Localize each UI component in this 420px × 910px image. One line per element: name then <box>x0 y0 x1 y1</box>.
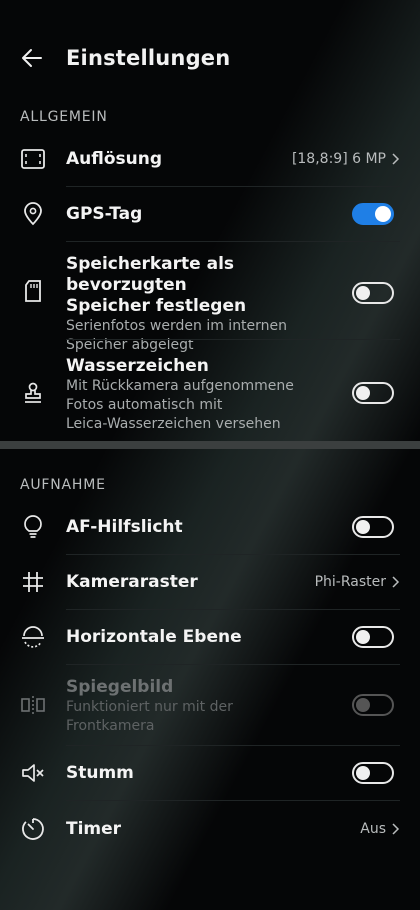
sdcard-label-line2: Speicher festlegen <box>66 296 247 316</box>
toggle-knob <box>356 520 370 534</box>
mute-speaker-icon <box>20 760 46 786</box>
settings-item-mirror: Spiegelbild Funktioniert nur mit der Fro… <box>0 665 420 745</box>
mute-toggle[interactable] <box>352 762 394 784</box>
grid-label: Kameraraster <box>66 571 198 592</box>
watermark-sub-line2: Fotos automatisch mit <box>66 397 223 413</box>
settings-item-af-light[interactable]: AF-Hilfslicht <box>0 500 420 554</box>
chevron-right-icon <box>392 576 400 588</box>
settings-item-mute[interactable]: Stumm <box>0 746 420 800</box>
mirror-label: Spiegelbild <box>66 677 174 697</box>
mirror-sub-line2: Frontkamera <box>66 718 155 734</box>
chevron-right-icon <box>392 153 400 165</box>
af-light-label: AF-Hilfslicht <box>66 516 183 537</box>
grid-value: Phi-Raster <box>315 574 400 590</box>
timer-value-text: Aus <box>360 821 386 837</box>
timer-icon <box>20 816 46 842</box>
stamp-icon <box>20 380 46 406</box>
toggle-knob <box>356 386 370 400</box>
settings-item-timer[interactable]: Timer Aus <box>0 801 420 857</box>
level-toggle[interactable] <box>352 626 394 648</box>
settings-item-resolution[interactable]: Auflösung [18,8:9] 6 MP <box>0 132 420 186</box>
section-title-capture: AUFNAHME <box>20 477 106 493</box>
section-separator <box>0 441 420 449</box>
settings-item-watermark[interactable]: Wasserzeichen Mit Rückkamera aufgenommen… <box>0 340 420 440</box>
settings-item-grid[interactable]: Kameraraster Phi-Raster <box>0 555 420 609</box>
resolution-value-text: [18,8:9] 6 MP <box>291 151 386 167</box>
watermark-sub-line1: Mit Rückkamera aufgenommene <box>66 378 294 394</box>
back-button[interactable] <box>18 44 46 72</box>
grid-value-text: Phi-Raster <box>314 574 386 590</box>
grid-hash-icon <box>20 569 46 595</box>
settings-item-sdcard[interactable]: Speicherkarte als bevorzugten Speicher f… <box>0 242 420 353</box>
toggle-knob <box>375 206 391 222</box>
sdcard-toggle[interactable] <box>352 282 394 304</box>
toggle-knob <box>356 286 370 300</box>
mirror-sub-line1: Funktioniert nur mit der <box>66 699 233 715</box>
timer-value: Aus <box>360 821 400 837</box>
watermark-toggle[interactable] <box>352 382 394 404</box>
chevron-right-icon <box>392 823 400 835</box>
watermark-label: Wasserzeichen <box>66 356 209 376</box>
gps-label: GPS-Tag <box>66 203 143 224</box>
section-title-general: ALLGEMEIN <box>20 109 108 125</box>
mirror-toggle <box>352 694 394 716</box>
resolution-icon <box>20 146 46 172</box>
toggle-knob <box>356 698 370 712</box>
af-light-toggle[interactable] <box>352 516 394 538</box>
resolution-value: [18,8:9] 6 MP <box>292 151 400 167</box>
back-arrow-icon <box>22 49 42 67</box>
toggle-knob <box>356 766 370 780</box>
settings-item-gps[interactable]: GPS-Tag <box>0 187 420 241</box>
location-pin-icon <box>20 201 46 227</box>
header-bar: Einstellungen <box>0 30 420 86</box>
horizon-level-icon <box>20 624 46 650</box>
sd-card-icon <box>20 278 46 304</box>
sdcard-sub-line1: Serienfotos werden im internen <box>66 318 288 334</box>
settings-item-level[interactable]: Horizontale Ebene <box>0 610 420 664</box>
timer-label: Timer <box>66 818 122 839</box>
gps-toggle[interactable] <box>352 203 394 225</box>
lightbulb-icon <box>20 514 46 540</box>
level-label: Horizontale Ebene <box>66 626 242 647</box>
mirror-icon <box>20 692 46 718</box>
toggle-knob <box>356 630 370 644</box>
page-title: Einstellungen <box>66 46 231 70</box>
sdcard-label-line1: Speicherkarte als bevorzugten <box>66 254 235 295</box>
watermark-sub-line3: Leica-Wasserzeichen versehen <box>66 416 281 432</box>
mute-label: Stumm <box>66 762 134 783</box>
